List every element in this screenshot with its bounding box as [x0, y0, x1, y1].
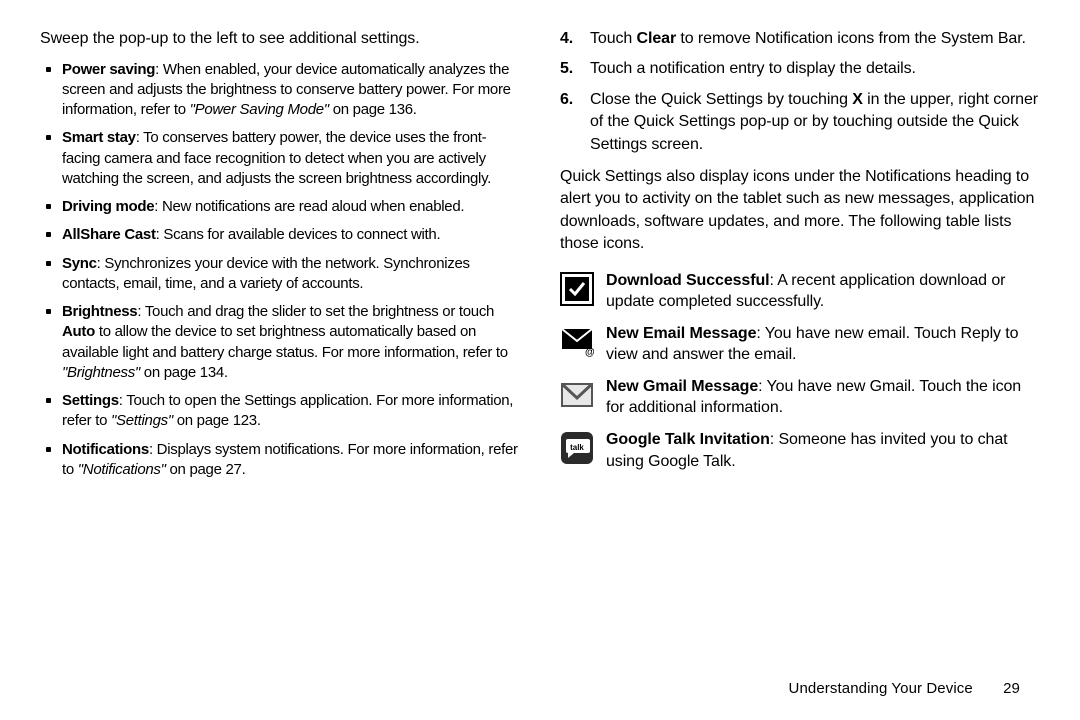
settings-bullet-list: Power saving: When enabled, your device … [40, 60, 520, 481]
page-footer: Understanding Your Device 29 [0, 680, 1080, 697]
list-item: Driving mode: New notifications are read… [40, 197, 520, 217]
email-icon: @ [560, 325, 594, 359]
steps-list: 4. Touch Clear to remove Notification ic… [560, 28, 1040, 156]
quick-settings-paragraph: Quick Settings also display icons under … [560, 166, 1040, 256]
icon-description: New Gmail Message: You have new Gmail. T… [606, 376, 1040, 419]
list-item: Smart stay: To conserves battery power, … [40, 128, 520, 189]
left-column: Sweep the pop-up to the left to see addi… [40, 28, 540, 680]
list-item: Settings: Touch to open the Settings app… [40, 391, 520, 432]
svg-text:@: @ [585, 347, 594, 358]
page-body: Sweep the pop-up to the left to see addi… [0, 0, 1080, 680]
list-item: 4. Touch Clear to remove Notification ic… [560, 28, 1040, 50]
list-item: Sync: Synchronizes your device with the … [40, 254, 520, 295]
table-row: Download Successful: A recent applicatio… [560, 270, 1040, 313]
list-item: Brightness: Touch and drag the slider to… [40, 302, 520, 383]
gmail-icon [560, 378, 594, 412]
page-number: 29 [1003, 680, 1020, 697]
talk-icon: talk [560, 431, 594, 465]
list-item: Notifications: Displays system notificat… [40, 440, 520, 481]
list-item: AllShare Cast: Scans for available devic… [40, 225, 520, 245]
icon-description: Google Talk Invitation: Someone has invi… [606, 429, 1040, 472]
list-item: 5. Touch a notification entry to display… [560, 58, 1040, 80]
right-column: 4. Touch Clear to remove Notification ic… [540, 28, 1040, 680]
download-success-icon [560, 272, 594, 306]
table-row: @ New Email Message: You have new email.… [560, 323, 1040, 366]
intro-text: Sweep the pop-up to the left to see addi… [40, 28, 520, 50]
section-title: Understanding Your Device [789, 680, 973, 697]
icon-description: New Email Message: You have new email. T… [606, 323, 1040, 366]
svg-text:talk: talk [570, 443, 584, 452]
icon-description: Download Successful: A recent applicatio… [606, 270, 1040, 313]
table-row: talk Google Talk Invitation: Someone has… [560, 429, 1040, 472]
list-item: Power saving: When enabled, your device … [40, 60, 520, 121]
list-item: 6. Close the Quick Settings by touching … [560, 89, 1040, 156]
table-row: New Gmail Message: You have new Gmail. T… [560, 376, 1040, 419]
